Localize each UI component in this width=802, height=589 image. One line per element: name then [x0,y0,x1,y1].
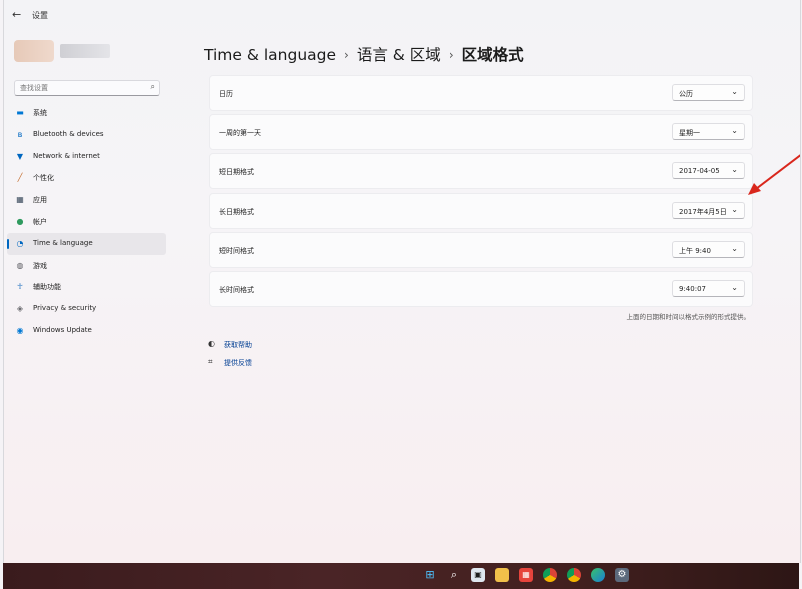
app-title: 设置 [32,11,48,20]
chevron-down-icon: ⌄ [731,87,738,96]
brush-icon: ╱ [17,173,23,183]
link-label[interactable]: 提供反馈 [224,358,252,368]
sidebar-item-label: 个性化 [33,174,54,183]
short-date-dropdown[interactable]: 2017-04-05 ⌄ [672,162,745,180]
sidebar-item-windows-update[interactable]: ◉ Windows Update [7,320,166,342]
search-input[interactable] [20,83,140,93]
setting-label: 短时间格式 [219,246,254,255]
setting-row-first-day-of-week: 一周的第一天 星期一 ⌄ [209,114,753,151]
setting-row-calendar: 日历 公历 ⌄ [209,75,753,111]
dropdown-value: 2017-04-05 [679,167,720,176]
sidebar-item-privacy[interactable]: ◈ Privacy & security [7,298,166,320]
windows-start-icon[interactable]: ⊞ [423,568,437,582]
format-settings-list: 日历 公历 ⌄ 一周的第一天 星期一 ⌄ 短日期格式 2017-04-05 ⌄ … [209,75,753,310]
dropdown-value: 公历 [679,90,693,98]
apps-icon: ▦ [16,195,24,205]
dropdown-value: 9:40:07 [679,284,706,293]
sidebar-item-apps[interactable]: ▦ 应用 [7,189,166,211]
breadcrumb-language-region[interactable]: 语言 & 区域 [357,46,441,64]
sidebar-item-label: 系统 [33,109,47,117]
sidebar-item-label: 应用 [33,196,47,205]
update-icon: ◉ [16,325,24,335]
sidebar-item-accessibility[interactable]: ☥ 辅助功能 [7,276,166,298]
setting-row-long-time: 长时间格式 9:40:07 ⌄ [209,270,753,307]
taskbar: ⊞ ⌕ ▣ ▦ ⚙ [3,563,799,589]
calendar-dropdown[interactable]: 公历 ⌄ [672,84,745,101]
chrome-icon[interactable] [543,568,557,582]
sidebar-item-time-language[interactable]: ◔ Time & language [7,232,166,255]
format-example-note: 上面的日期和时间以格式示例的形式提供。 [626,313,751,321]
short-time-dropdown[interactable]: 上午 9:40 ⌄ [672,240,745,258]
store-icon[interactable]: ▦ [519,568,533,582]
sidebar-item-label: Bluetooth & devices [33,129,104,138]
link-label[interactable]: 获取帮助 [224,340,252,350]
sidebar-item-label: 帐户 [33,217,47,226]
setting-label: 长日期格式 [219,207,254,216]
task-view-icon[interactable]: ▣ [471,568,485,582]
setting-label: 日历 [219,90,233,98]
settings-icon[interactable]: ⚙ [615,568,629,582]
accessibility-icon: ☥ [17,282,23,292]
monitor-icon: ▬ [16,108,24,117]
file-explorer-icon[interactable] [495,568,509,582]
bluetooth-icon: ʙ [17,129,23,139]
user-name-blurred [60,44,110,58]
chevron-down-icon: ⌄ [731,204,738,214]
sidebar-item-label: Windows Update [33,325,92,334]
search-icon[interactable]: ⌕ [151,82,155,92]
setting-label: 短日期格式 [219,168,254,177]
sidebar-item-system[interactable]: ▬ 系统 [7,102,166,124]
sidebar-item-label: Privacy & security [33,304,97,313]
sidebar-item-bluetooth[interactable]: ʙ Bluetooth & devices [7,124,166,146]
gamepad-icon: ◍ [16,260,24,270]
avatar[interactable] [14,40,54,62]
feedback-icon: ⌗ [208,357,213,366]
chevron-down-icon: ⌄ [731,282,738,292]
wifi-icon: ▼ [16,151,24,161]
setting-label: 长时间格式 [219,285,254,294]
dropdown-value: 星期一 [679,129,700,138]
setting-row-long-date: 长日期格式 2017年4月5日 ⌄ [209,192,753,229]
long-date-dropdown[interactable]: 2017年4月5日 ⌄ [672,201,745,219]
breadcrumb-time-language[interactable]: Time & language [204,46,336,64]
search-icon[interactable]: ⌕ [447,568,461,582]
sidebar-item-label: Network & internet [33,151,100,160]
first-day-dropdown[interactable]: 星期一 ⌄ [672,123,745,141]
title-bar: ← 设置 [4,0,800,30]
chevron-down-icon: ⌄ [731,126,738,136]
sidebar-item-network[interactable]: ▼ Network & internet [7,146,166,168]
dropdown-value: 上午 9:40 [679,246,711,255]
setting-row-short-time: 短时间格式 上午 9:40 ⌄ [209,231,753,268]
person-icon: ● [16,216,24,226]
chrome-icon[interactable] [567,568,581,582]
shield-icon: ◈ [16,304,24,314]
help-icon: ◐ [208,339,215,348]
edge-icon[interactable] [591,568,605,582]
page-title: 区域格式 [461,46,524,64]
settings-window: ← 设置 ⌕ ▬ 系统 ʙ Bluetooth & devices ▼ Netw… [3,0,801,563]
sidebar-item-gaming[interactable]: ◍ 游戏 [7,255,166,277]
breadcrumb-separator: › [448,48,454,62]
chevron-down-icon: ⌄ [731,165,738,175]
globe-clock-icon: ◔ [16,238,24,248]
back-button[interactable]: ← [12,8,21,21]
sidebar-item-label: 游戏 [33,261,47,270]
search-box[interactable]: ⌕ [14,80,160,96]
sidebar-item-label: 辅助功能 [33,283,61,292]
dropdown-value: 2017年4月5日 [679,207,727,216]
breadcrumb-separator: › [344,48,349,62]
sidebar-item-personalization[interactable]: ╱ 个性化 [7,167,166,189]
setting-row-short-date: 短日期格式 2017-04-05 ⌄ [209,153,753,190]
setting-label: 一周的第一天 [219,129,261,138]
sidebar-item-label: Time & language [33,238,93,247]
breadcrumb: Time & language › 语言 & 区域 › 区域格式 [204,43,524,65]
chevron-down-icon: ⌄ [731,243,738,253]
sidebar-item-accounts[interactable]: ● 帐户 [7,211,166,233]
long-time-dropdown[interactable]: 9:40:07 ⌄ [672,279,745,297]
sidebar-nav: ▬ 系统 ʙ Bluetooth & devices ▼ Network & i… [7,102,167,342]
annotation-arrow-icon [748,154,800,195]
